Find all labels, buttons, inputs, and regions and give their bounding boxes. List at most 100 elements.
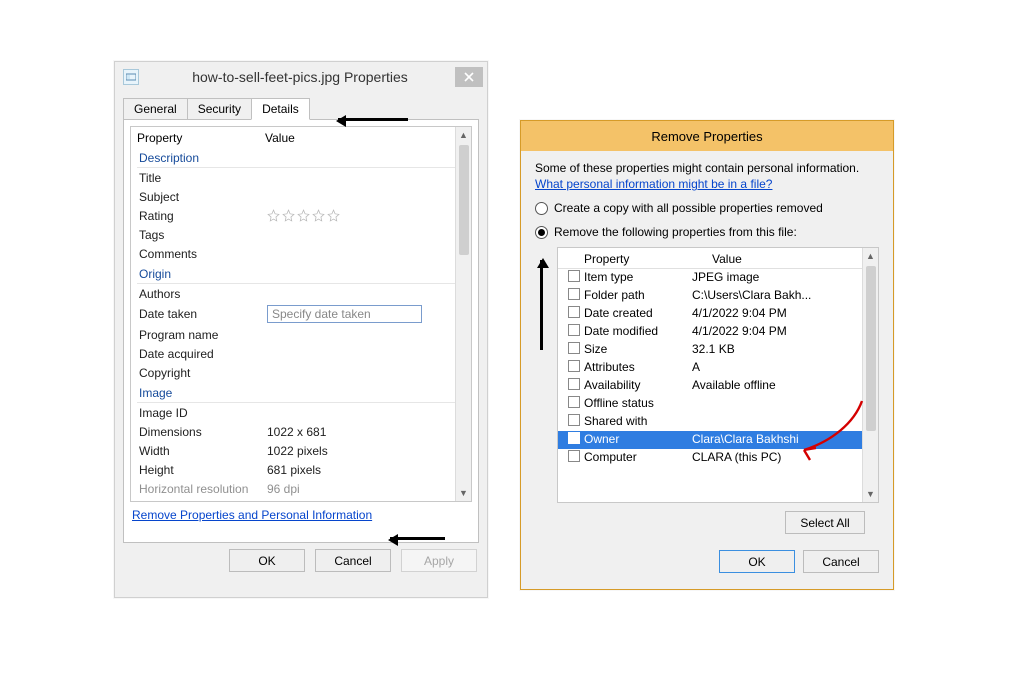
- radio-remove-from-file[interactable]: Remove the following properties from thi…: [535, 225, 879, 239]
- row-title[interactable]: Title: [137, 168, 465, 187]
- checkbox[interactable]: [568, 450, 580, 462]
- tab-general[interactable]: General: [123, 98, 188, 119]
- info-text: Some of these properties might contain p…: [535, 161, 879, 175]
- row-dimensions[interactable]: Dimensions1022 x 681: [137, 422, 465, 441]
- property-value: 32.1 KB: [692, 342, 872, 356]
- property-list-box: Property Value Description Title Subject…: [130, 126, 472, 502]
- property-value: 4/1/2022 9:04 PM: [692, 306, 872, 320]
- tab-security[interactable]: Security: [187, 98, 252, 119]
- checkbox[interactable]: [568, 324, 580, 336]
- close-icon: [464, 72, 474, 82]
- list-item[interactable]: Offline status: [558, 395, 878, 413]
- dialog-buttons: OK Cancel Apply: [115, 549, 487, 584]
- checkbox[interactable]: [568, 270, 580, 282]
- ok-button[interactable]: OK: [719, 550, 795, 573]
- checkbox[interactable]: [568, 414, 580, 426]
- scroll-down-icon[interactable]: ▼: [863, 486, 878, 502]
- list-item[interactable]: AttributesA: [558, 359, 878, 377]
- list-item[interactable]: Shared with: [558, 413, 878, 431]
- row-width[interactable]: Width1022 pixels: [137, 441, 465, 460]
- property-value: Clara\Clara Bakhshi: [692, 432, 872, 446]
- property-name: Availability: [584, 378, 692, 392]
- rating-stars[interactable]: [267, 209, 465, 222]
- property-name: Offline status: [584, 396, 692, 410]
- list-item[interactable]: Item typeJPEG image: [558, 269, 878, 287]
- scrollbar[interactable]: ▲ ▼: [455, 127, 471, 501]
- row-height[interactable]: Height681 pixels: [137, 460, 465, 479]
- ok-button[interactable]: OK: [229, 549, 305, 572]
- col-property[interactable]: Property: [584, 252, 712, 266]
- row-date-acquired[interactable]: Date acquired: [137, 344, 465, 363]
- tab-details[interactable]: Details: [251, 98, 310, 120]
- col-value[interactable]: Value: [712, 252, 872, 266]
- row-program-name[interactable]: Program name: [137, 325, 465, 344]
- annotation-arrow-radio: [540, 260, 543, 350]
- checkbox[interactable]: [568, 378, 580, 390]
- remove-properties-link[interactable]: Remove Properties and Personal Informati…: [130, 502, 472, 524]
- scroll-up-icon[interactable]: ▲: [863, 248, 878, 264]
- scroll-down-icon[interactable]: ▼: [456, 485, 471, 501]
- radio-label: Remove the following properties from thi…: [554, 225, 797, 239]
- row-tags[interactable]: Tags: [137, 225, 465, 244]
- checkbox[interactable]: [568, 396, 580, 408]
- col-value[interactable]: Value: [265, 131, 465, 145]
- row-copyright[interactable]: Copyright: [137, 363, 465, 382]
- checkbox[interactable]: [568, 288, 580, 300]
- checkbox[interactable]: [568, 432, 580, 444]
- col-property[interactable]: Property: [137, 131, 265, 145]
- property-name: Item type: [584, 270, 692, 284]
- cancel-button[interactable]: Cancel: [315, 549, 391, 572]
- property-name: Shared with: [584, 414, 692, 428]
- scroll-thumb[interactable]: [866, 266, 876, 431]
- property-value: 4/1/2022 9:04 PM: [692, 324, 872, 338]
- star-icon: [312, 209, 325, 222]
- list-item[interactable]: Date modified4/1/2022 9:04 PM: [558, 323, 878, 341]
- property-value: C:\Users\Clara Bakh...: [692, 288, 872, 302]
- checkbox[interactable]: [568, 360, 580, 372]
- list-item[interactable]: Date created4/1/2022 9:04 PM: [558, 305, 878, 323]
- star-icon: [267, 209, 280, 222]
- section-origin: Origin: [137, 263, 465, 284]
- property-name: Owner: [584, 432, 692, 446]
- star-icon: [297, 209, 310, 222]
- list-item[interactable]: Folder pathC:\Users\Clara Bakh...: [558, 287, 878, 305]
- list-item[interactable]: AvailabilityAvailable offline: [558, 377, 878, 395]
- remove-properties-dialog: Remove Properties Some of these properti…: [520, 120, 894, 590]
- checkbox[interactable]: [568, 306, 580, 318]
- scroll-thumb[interactable]: [459, 145, 469, 255]
- row-image-id[interactable]: Image ID: [137, 403, 465, 422]
- row-hres[interactable]: Horizontal resolution96 dpi: [137, 479, 465, 498]
- dialog-title: Remove Properties: [651, 129, 762, 144]
- property-value: A: [692, 360, 872, 374]
- row-date-taken[interactable]: Date taken Specify date taken: [137, 303, 465, 325]
- list-item[interactable]: ComputerCLARA (this PC): [558, 449, 878, 467]
- cancel-button[interactable]: Cancel: [803, 550, 879, 573]
- apply-button: Apply: [401, 549, 477, 572]
- star-icon: [327, 209, 340, 222]
- select-all-button[interactable]: Select All: [785, 511, 865, 534]
- row-rating[interactable]: Rating: [137, 206, 465, 225]
- annotation-arrow-tabs: [338, 118, 408, 121]
- section-description: Description: [137, 147, 465, 168]
- radio-create-copy[interactable]: Create a copy with all possible properti…: [535, 201, 879, 215]
- property-list[interactable]: Description Title Subject Rating Ta: [131, 147, 471, 499]
- checkbox[interactable]: [568, 342, 580, 354]
- row-subject[interactable]: Subject: [137, 187, 465, 206]
- scrollbar[interactable]: ▲ ▼: [862, 248, 878, 502]
- property-list[interactable]: Item typeJPEG imageFolder pathC:\Users\C…: [558, 269, 878, 467]
- details-tab-panel: Property Value Description Title Subject…: [123, 120, 479, 543]
- row-comments[interactable]: Comments: [137, 244, 465, 263]
- property-name: Attributes: [584, 360, 692, 374]
- list-item[interactable]: OwnerClara\Clara Bakhshi: [558, 431, 878, 449]
- scroll-up-icon[interactable]: ▲: [456, 127, 471, 143]
- info-link[interactable]: What personal information might be in a …: [535, 177, 879, 191]
- close-button[interactable]: [455, 67, 483, 87]
- list-item[interactable]: Size32.1 KB: [558, 341, 878, 359]
- dialog-buttons: OK Cancel: [521, 546, 893, 583]
- date-taken-input[interactable]: Specify date taken: [267, 305, 422, 323]
- property-name: Size: [584, 342, 692, 356]
- property-name: Date modified: [584, 324, 692, 338]
- row-authors[interactable]: Authors: [137, 284, 465, 303]
- column-headers: Property Value: [131, 127, 471, 147]
- property-name: Date created: [584, 306, 692, 320]
